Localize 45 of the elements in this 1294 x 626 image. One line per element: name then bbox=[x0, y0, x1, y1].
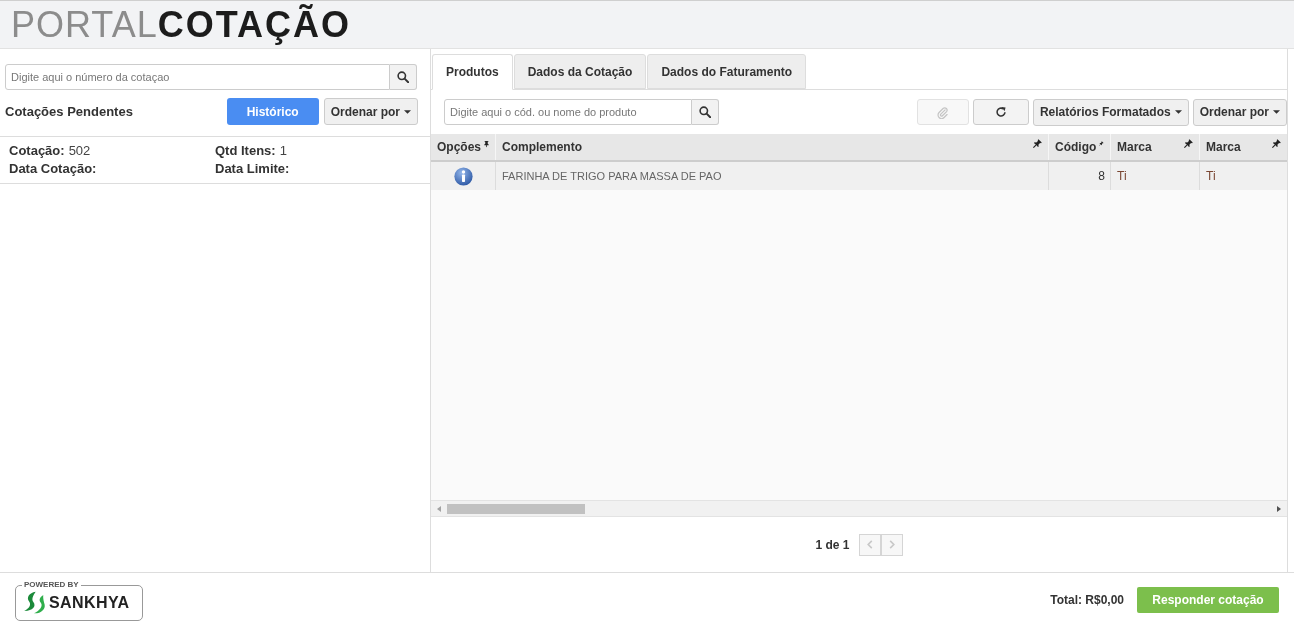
page-indicator: 1 de 1 bbox=[815, 536, 850, 554]
dropdown-button[interactable]: Ordenar por bbox=[323, 98, 418, 125]
caret-icon bbox=[1273, 110, 1280, 114]
quote-card[interactable]: Cotação: 502 Qtd Itens: 1 Data Cotação: Data Limite: bbox=[0, 137, 430, 184]
table-cell-text: Ti bbox=[1205, 168, 1217, 185]
tab[interactable]: Dados do Faturamento bbox=[647, 54, 807, 89]
logo-caption: POWERED BY bbox=[22, 579, 81, 590]
scroll-left-icon bbox=[437, 505, 441, 512]
caret-icon bbox=[404, 109, 411, 114]
search-button[interactable] bbox=[390, 64, 417, 90]
column-header[interactable]: Marca bbox=[1206, 138, 1241, 156]
portal-logo: PORTALCOTAÇÃO bbox=[11, 6, 352, 43]
column-header[interactable]: Marca bbox=[1117, 138, 1152, 156]
column-header[interactable]: Código bbox=[1055, 138, 1097, 156]
field-label: Data Limite: bbox=[215, 160, 290, 178]
field-value: 1 bbox=[279, 142, 287, 160]
search-icon bbox=[699, 106, 711, 118]
search-field[interactable]: Digite aqui o cód. ou nome do produto bbox=[444, 99, 692, 125]
section-title: Cotações Pendentes bbox=[5, 102, 133, 121]
refresh-icon bbox=[994, 106, 1007, 118]
refresh-button[interactable] bbox=[972, 99, 1029, 125]
caret-icon bbox=[1174, 110, 1182, 114]
tab[interactable]: Produtos bbox=[432, 54, 513, 90]
total-amount: Total: R$0,00 bbox=[1050, 591, 1124, 609]
dropdown-button[interactable]: Relatórios Formatados bbox=[1032, 98, 1189, 126]
field-label: Data Cotação: bbox=[9, 160, 97, 178]
scrollbar-thumb[interactable] bbox=[447, 504, 585, 514]
chevron-left-icon bbox=[866, 540, 873, 549]
search-button[interactable] bbox=[692, 99, 719, 125]
search-icon bbox=[397, 71, 409, 83]
info-icon bbox=[453, 166, 473, 186]
horizontal-scrollbar[interactable] bbox=[431, 500, 1287, 517]
field-label: Cotação: bbox=[9, 142, 65, 160]
field-label: Qtd Itens: bbox=[215, 142, 276, 160]
field-value: 502 bbox=[68, 142, 91, 160]
search-field[interactable]: Digite aqui o número da cotaçao bbox=[5, 64, 390, 90]
tab[interactable]: Dados da Cotação bbox=[513, 54, 647, 89]
column-header[interactable]: Opções bbox=[437, 138, 481, 156]
column-header[interactable]: Complemento bbox=[502, 138, 582, 156]
dropdown-button[interactable]: Ordenar por bbox=[1192, 98, 1287, 126]
table-row[interactable]: FARINHA DE TRIGO PARA MASSA DE PAO 8 Ti Ti bbox=[431, 162, 1287, 190]
brand-name: SANKHYA bbox=[49, 592, 130, 613]
chevron-right-icon bbox=[888, 540, 895, 549]
paperclip-icon bbox=[936, 105, 950, 119]
scroll-right-icon bbox=[1277, 505, 1281, 512]
